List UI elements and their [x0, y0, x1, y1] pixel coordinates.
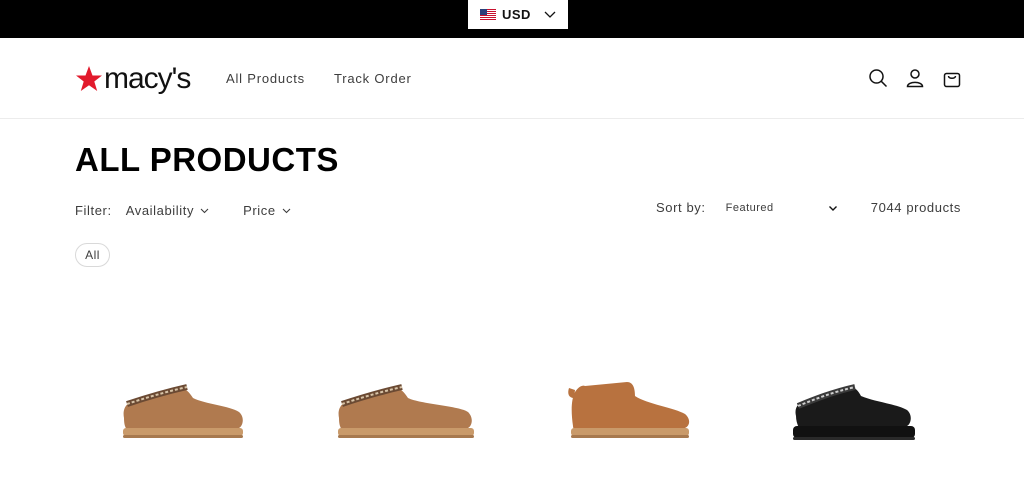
chevron-down-icon	[544, 11, 556, 18]
search-icon[interactable]	[868, 68, 888, 88]
chevron-down-icon	[200, 208, 209, 214]
account-icon[interactable]	[905, 68, 925, 88]
product-image	[338, 384, 474, 438]
sort-label: Sort by:	[656, 200, 706, 215]
nav-all-products[interactable]: All Products	[226, 71, 305, 86]
page-title: ALL PRODUCTS	[75, 141, 339, 178]
main-nav: All Products Track Order	[226, 71, 412, 86]
site-header: macy's All Products Track Order	[0, 38, 1024, 119]
header-icons	[868, 68, 962, 88]
product-card[interactable]	[75, 300, 275, 484]
cart-icon[interactable]	[942, 68, 962, 88]
currency-selector[interactable]: USD	[468, 0, 568, 29]
filter-bar: Filter: Availability Price	[75, 203, 325, 218]
currency-label: USD	[502, 7, 531, 22]
product-image	[793, 384, 915, 440]
product-card[interactable]	[525, 300, 725, 484]
filter-availability-label: Availability	[125, 203, 195, 218]
top-bar: USD	[0, 0, 1024, 38]
filter-chip-all[interactable]: All	[75, 243, 110, 267]
sort-value: Featured	[725, 201, 774, 214]
chevron-down-icon	[282, 208, 291, 214]
product-card[interactable]	[300, 300, 500, 484]
filter-price[interactable]: Price	[243, 203, 291, 218]
sort-select[interactable]: Featured	[724, 201, 838, 215]
product-image	[123, 384, 243, 438]
macys-logo[interactable]: macy's	[75, 61, 200, 97]
product-card[interactable]	[749, 300, 949, 484]
filter-availability[interactable]: Availability	[126, 203, 209, 218]
filter-price-label: Price	[243, 203, 276, 218]
product-image	[568, 382, 690, 438]
nav-track-order[interactable]: Track Order	[334, 71, 412, 86]
star-logo-icon	[76, 66, 102, 91]
us-flag-icon	[480, 9, 496, 20]
product-grid	[75, 300, 949, 484]
chevron-down-icon	[828, 205, 837, 211]
product-count: 7044 products	[870, 200, 961, 215]
sort-bar: Sort by: Featured	[656, 200, 838, 215]
filter-label: Filter:	[75, 203, 112, 218]
logo-text: macy's	[104, 62, 191, 95]
